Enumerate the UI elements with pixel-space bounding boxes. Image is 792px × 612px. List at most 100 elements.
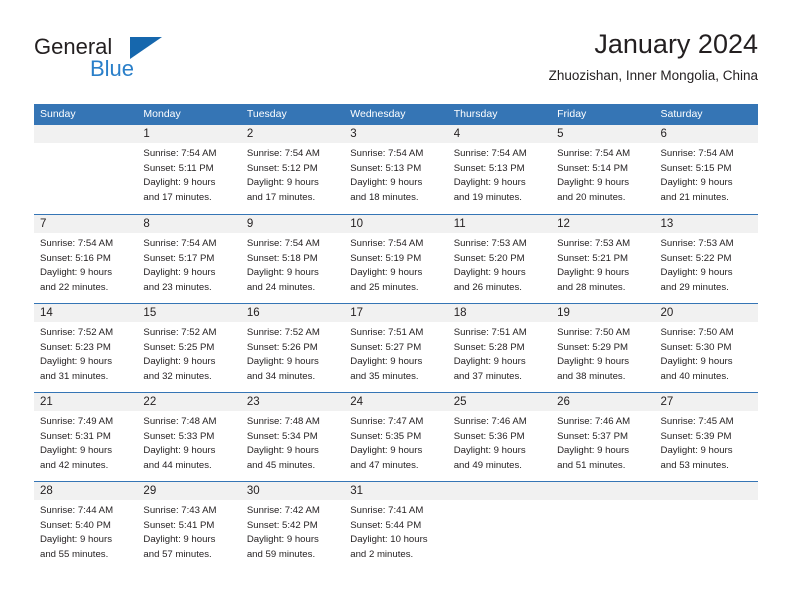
calendar-weeks: 1 Sunrise: 7:54 AM Sunset: 5:11 PM Daylight…	[34, 125, 758, 570]
day-number-band	[447, 482, 552, 500]
calendar-day-cell[interactable]: 12 Sunrise: 7:53 AM Sunset: 5:21 PM Dayligh…	[551, 215, 655, 303]
daylight-text: Daylight: 9 hours	[246, 177, 319, 189]
weekday-header-wednesday: Wednesday	[350, 108, 406, 120]
day-number: 8	[143, 218, 150, 230]
daylight-text: Daylight: 9 hours	[40, 445, 112, 457]
calendar-day-cell[interactable]: 30 Sunrise: 7:42 AM Sunset: 5:42 PM Dayligh…	[240, 482, 345, 570]
day-number: 17	[350, 307, 364, 319]
daylight-text: and 35 minutes.	[350, 370, 419, 382]
calendar-day-cell[interactable]: 22 Sunrise: 7:48 AM Sunset: 5:33 PM Dayligh…	[137, 393, 241, 481]
day-number: 24	[350, 396, 364, 408]
calendar-day-cell[interactable]: 31 Sunrise: 7:41 AM Sunset: 5:44 PM Dayligh…	[344, 482, 448, 570]
daylight-text: and 57 minutes.	[143, 548, 212, 560]
day-number-band: 7	[34, 215, 138, 233]
calendar-day-cell[interactable]: 24 Sunrise: 7:47 AM Sunset: 5:35 PM Dayligh…	[344, 393, 448, 481]
sunset-text: Sunset: 5:21 PM	[557, 252, 629, 264]
sunset-text: Sunset: 5:23 PM	[40, 341, 111, 353]
day-number: 28	[40, 485, 53, 497]
sunset-text: Sunset: 5:31 PM	[40, 430, 111, 442]
daylight-text: and 40 minutes.	[660, 370, 729, 382]
day-number: 5	[557, 128, 564, 140]
daylight-text: Daylight: 9 hours	[660, 445, 733, 457]
daylight-text: Daylight: 9 hours	[557, 267, 630, 279]
calendar-day-cell[interactable]: 19 Sunrise: 7:50 AM Sunset: 5:29 PM Dayligh…	[551, 304, 655, 392]
daylight-text: and 34 minutes.	[246, 370, 316, 382]
sunrise-text: Sunrise: 7:42 AM	[246, 505, 320, 516]
day-number-band	[654, 482, 758, 500]
daylight-text: Daylight: 9 hours	[246, 267, 319, 279]
daylight-text: and 37 minutes.	[453, 370, 522, 382]
daylight-text: Daylight: 9 hours	[143, 534, 216, 546]
calendar-day-cell[interactable]: 15 Sunrise: 7:52 AM Sunset: 5:25 PM Dayligh…	[137, 304, 241, 392]
sunset-text: Sunset: 5:37 PM	[557, 430, 629, 442]
calendar-day-cell[interactable]: 6 Sunrise: 7:54 AM Sunset: 5:15 PM Daylight…	[654, 125, 758, 214]
day-details: Sunrise: 7:54 AM Sunset: 5:19 PM Daylight:…	[344, 233, 447, 295]
calendar-day-cell[interactable]: 26 Sunrise: 7:46 AM Sunset: 5:37 PM Dayligh…	[551, 393, 655, 481]
calendar-day-cell[interactable]: 13 Sunrise: 7:53 AM Sunset: 5:22 PM Dayligh…	[654, 215, 758, 303]
calendar-day-cell-empty	[447, 482, 552, 570]
sunset-text: Sunset: 5:15 PM	[660, 162, 732, 174]
daylight-text: and 55 minutes.	[40, 548, 109, 560]
day-number: 4	[453, 128, 461, 140]
day-number-band: 9	[240, 215, 345, 233]
calendar-day-cell[interactable]: 16 Sunrise: 7:52 AM Sunset: 5:26 PM Dayligh…	[240, 304, 345, 392]
calendar-day-cell[interactable]: 10 Sunrise: 7:54 AM Sunset: 5:19 PM Dayligh…	[344, 215, 448, 303]
day-details: Sunrise: 7:54 AM Sunset: 5:11 PM Daylight:…	[137, 143, 240, 205]
day-number-band: 15	[137, 304, 241, 322]
calendar-day-cell[interactable]: 14 Sunrise: 7:52 AM Sunset: 5:23 PM Dayligh…	[34, 304, 138, 392]
sunset-text: Sunset: 5:19 PM	[350, 252, 422, 264]
daylight-text: Daylight: 9 hours	[143, 445, 216, 457]
day-details	[551, 500, 654, 504]
day-number-band: 28	[34, 482, 138, 500]
calendar-day-cell[interactable]: 28 Sunrise: 7:44 AM Sunset: 5:40 PM Dayligh…	[34, 482, 138, 570]
day-number: 3	[350, 128, 357, 140]
day-number-band	[551, 482, 655, 500]
calendar-day-cell[interactable]: 20 Sunrise: 7:50 AM Sunset: 5:30 PM Dayligh…	[654, 304, 758, 392]
calendar-week-row: 28 Sunrise: 7:44 AM Sunset: 5:40 PM Dayligh…	[34, 481, 758, 570]
calendar-day-cell[interactable]: 29 Sunrise: 7:43 AM Sunset: 5:41 PM Dayligh…	[137, 482, 241, 570]
day-number-band: 16	[240, 304, 345, 322]
calendar-day-cell[interactable]: 18 Sunrise: 7:51 AM Sunset: 5:28 PM Dayligh…	[447, 304, 552, 392]
calendar-day-cell[interactable]: 3 Sunrise: 7:54 AM Sunset: 5:13 PM Daylight…	[344, 125, 448, 214]
calendar-day-cell[interactable]: 11 Sunrise: 7:53 AM Sunset: 5:20 PM Dayligh…	[447, 215, 552, 303]
daylight-text: and 2 minutes.	[350, 548, 414, 560]
weekday-header-thursday: Thursday	[453, 108, 498, 120]
day-number: 29	[143, 485, 157, 497]
day-details: Sunrise: 7:53 AM Sunset: 5:20 PM Daylight:…	[448, 233, 551, 295]
calendar-day-cell[interactable]: 4 Sunrise: 7:54 AM Sunset: 5:13 PM Daylight…	[447, 125, 552, 214]
day-details: Sunrise: 7:50 AM Sunset: 5:29 PM Daylight:…	[551, 322, 654, 384]
calendar-day-cell[interactable]: 27 Sunrise: 7:45 AM Sunset: 5:39 PM Dayligh…	[654, 393, 758, 481]
day-details: Sunrise: 7:43 AM Sunset: 5:41 PM Daylight:…	[137, 500, 240, 562]
sunrise-text: Sunrise: 7:46 AM	[557, 416, 631, 427]
day-details: Sunrise: 7:54 AM Sunset: 5:13 PM Daylight:…	[344, 143, 447, 205]
calendar-day-cell[interactable]: 1 Sunrise: 7:54 AM Sunset: 5:11 PM Daylight…	[137, 125, 241, 214]
calendar-day-cell[interactable]: 21 Sunrise: 7:49 AM Sunset: 5:31 PM Dayligh…	[34, 393, 138, 481]
day-details: Sunrise: 7:45 AM Sunset: 5:39 PM Daylight:…	[655, 411, 758, 473]
calendar-day-cell[interactable]: 7 Sunrise: 7:54 AM Sunset: 5:16 PM Daylight…	[34, 215, 138, 303]
sunrise-text: Sunrise: 7:54 AM	[350, 238, 424, 249]
sunrise-text: Sunrise: 7:45 AM	[660, 416, 734, 427]
calendar-day-cell[interactable]: 23 Sunrise: 7:48 AM Sunset: 5:34 PM Dayligh…	[240, 393, 345, 481]
weekday-header-tuesday: Tuesday	[246, 108, 287, 120]
daylight-text: Daylight: 9 hours	[40, 356, 112, 368]
calendar-day-cell[interactable]: 8 Sunrise: 7:54 AM Sunset: 5:17 PM Daylight…	[137, 215, 241, 303]
day-details: Sunrise: 7:48 AM Sunset: 5:33 PM Daylight:…	[137, 411, 240, 473]
day-number-band: 27	[654, 393, 758, 411]
calendar-day-cell[interactable]: 9 Sunrise: 7:54 AM Sunset: 5:18 PM Daylight…	[240, 215, 345, 303]
daylight-text: Daylight: 9 hours	[557, 356, 630, 368]
daylight-text: Daylight: 9 hours	[453, 356, 526, 368]
calendar-day-cell[interactable]: 17 Sunrise: 7:51 AM Sunset: 5:27 PM Dayligh…	[344, 304, 448, 392]
sunset-text: Sunset: 5:41 PM	[143, 519, 215, 531]
sunrise-text: Sunrise: 7:41 AM	[350, 505, 424, 516]
daylight-text: Daylight: 9 hours	[143, 267, 216, 279]
day-details: Sunrise: 7:44 AM Sunset: 5:40 PM Daylight:…	[34, 500, 137, 562]
sunrise-text: Sunrise: 7:54 AM	[246, 148, 320, 159]
calendar-day-cell[interactable]: 25 Sunrise: 7:46 AM Sunset: 5:36 PM Dayligh…	[447, 393, 552, 481]
sunrise-text: Sunrise: 7:50 AM	[557, 327, 631, 338]
day-number: 6	[660, 128, 667, 140]
day-details: Sunrise: 7:52 AM Sunset: 5:23 PM Daylight:…	[34, 322, 137, 384]
sunrise-text: Sunrise: 7:54 AM	[557, 148, 631, 159]
calendar-day-cell[interactable]: 5 Sunrise: 7:54 AM Sunset: 5:14 PM Daylight…	[551, 125, 655, 214]
day-number-band: 12	[551, 215, 655, 233]
calendar-day-cell[interactable]: 2 Sunrise: 7:54 AM Sunset: 5:12 PM Daylight…	[240, 125, 345, 214]
